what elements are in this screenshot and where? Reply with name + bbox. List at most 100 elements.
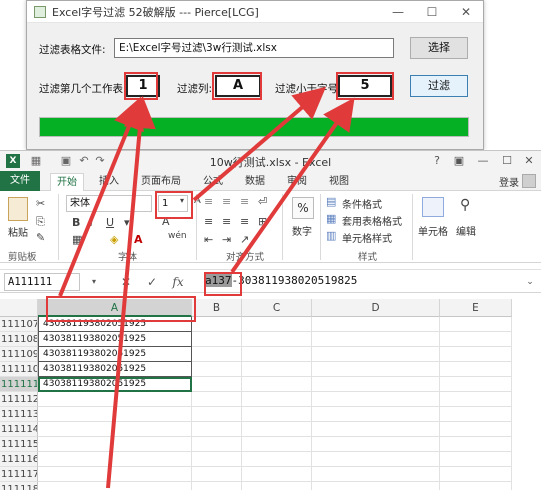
table-cell[interactable] — [38, 392, 192, 407]
tab-view[interactable]: 视图 — [324, 173, 354, 191]
align-right-icon[interactable]: ≡ — [240, 215, 249, 228]
table-cell[interactable] — [192, 362, 242, 377]
table-cell[interactable] — [192, 437, 242, 452]
column-header-c[interactable]: C — [242, 299, 312, 317]
minimize-icon[interactable]: — — [474, 153, 492, 169]
column-header-e[interactable]: E — [440, 299, 512, 317]
table-cell[interactable] — [312, 347, 440, 362]
paste-label[interactable]: 粘贴 — [8, 224, 28, 239]
table-cell[interactable] — [192, 467, 242, 482]
copy-icon[interactable]: ⎘ — [36, 215, 45, 229]
align-middle-icon[interactable]: ≡ — [222, 195, 231, 208]
table-cell[interactable] — [440, 452, 512, 467]
table-cell[interactable] — [192, 482, 242, 490]
filter-button[interactable]: 过滤 — [410, 75, 468, 97]
table-cell[interactable] — [312, 317, 440, 332]
row-header[interactable]: 111113 — [0, 407, 38, 422]
row-header[interactable]: 111115 — [0, 437, 38, 452]
align-top-icon[interactable]: ≡ — [204, 195, 213, 208]
row-header[interactable]: 111117 — [0, 467, 38, 482]
worksheet-grid[interactable]: A B C D E 111107 430381193802051925 111108 43038… — [0, 299, 541, 490]
table-cell[interactable] — [242, 452, 312, 467]
font-name-select[interactable]: 宋体 — [66, 195, 152, 212]
table-cell[interactable] — [38, 482, 192, 490]
cells-button[interactable]: 单元格 — [418, 223, 448, 238]
row-header[interactable]: 111108 — [0, 332, 38, 347]
table-cell[interactable] — [192, 332, 242, 347]
merge-icon[interactable]: ⊞ — [258, 215, 267, 228]
table-cell[interactable] — [192, 317, 242, 332]
chevron-down-icon[interactable]: ▾ — [84, 273, 104, 291]
table-cell[interactable] — [242, 407, 312, 422]
maximize-icon[interactable]: ☐ — [498, 153, 516, 169]
cell-style-icon[interactable]: ▥ — [326, 229, 336, 242]
user-icon[interactable] — [522, 174, 536, 188]
conditional-format-button[interactable]: 条件格式 — [342, 196, 382, 211]
row-header[interactable]: 111107 — [0, 317, 38, 332]
chevron-down-icon[interactable]: ▾ — [124, 216, 130, 229]
align-center-icon[interactable]: ≡ — [222, 215, 231, 228]
file-path-field[interactable]: E:\Excel字号过滤\3w行测试.xlsx — [114, 38, 394, 58]
paste-icon[interactable] — [8, 197, 28, 221]
table-cell[interactable] — [192, 347, 242, 362]
table-cell[interactable] — [242, 392, 312, 407]
table-cell[interactable] — [440, 467, 512, 482]
expand-formula-icon[interactable]: ⌄ — [520, 273, 540, 291]
cells-icon[interactable] — [422, 197, 444, 217]
table-cell[interactable] — [242, 467, 312, 482]
align-left-icon[interactable]: ≡ — [204, 215, 213, 228]
close-icon[interactable]: ✕ — [520, 153, 538, 169]
table-cell[interactable] — [312, 437, 440, 452]
table-cell[interactable] — [440, 422, 512, 437]
row-header[interactable]: 111110 — [0, 362, 38, 377]
row-header[interactable]: 111116 — [0, 452, 38, 467]
table-cell[interactable]: 430381193802051925 — [38, 377, 192, 392]
help-icon[interactable]: ? — [428, 153, 446, 169]
table-format-icon[interactable]: ▦ — [326, 212, 336, 225]
underline-icon[interactable]: U — [106, 216, 114, 229]
table-cell[interactable] — [242, 332, 312, 347]
format-painter-icon[interactable]: ✎ — [36, 231, 45, 244]
column-header-d[interactable]: D — [312, 299, 440, 317]
table-cell[interactable] — [38, 452, 192, 467]
borders-icon[interactable]: ▦ — [72, 233, 82, 246]
close-icon[interactable]: ✕ — [449, 1, 483, 23]
table-cell[interactable] — [242, 437, 312, 452]
row-header[interactable]: 111114 — [0, 422, 38, 437]
table-cell[interactable] — [38, 407, 192, 422]
tab-page-layout[interactable]: 页面布局 — [136, 173, 186, 191]
table-cell[interactable] — [312, 407, 440, 422]
table-cell[interactable] — [440, 347, 512, 362]
tab-data[interactable]: 数据 — [240, 173, 270, 191]
table-cell[interactable] — [192, 452, 242, 467]
table-cell[interactable] — [440, 317, 512, 332]
table-cell[interactable] — [312, 362, 440, 377]
table-cell[interactable] — [38, 467, 192, 482]
cancel-icon[interactable]: ✕ — [116, 273, 136, 291]
table-cell[interactable] — [440, 377, 512, 392]
table-cell[interactable] — [192, 407, 242, 422]
table-cell[interactable] — [242, 377, 312, 392]
align-bottom-icon[interactable]: ≡ — [240, 195, 249, 208]
wrap-text-icon[interactable]: ⏎ — [258, 195, 267, 208]
table-cell[interactable] — [440, 437, 512, 452]
row-header[interactable]: 111118 — [0, 482, 38, 490]
table-cell[interactable] — [440, 332, 512, 347]
table-cell[interactable] — [440, 362, 512, 377]
table-cell[interactable] — [440, 407, 512, 422]
fill-color-icon[interactable]: ◈ — [110, 233, 118, 246]
table-cell[interactable] — [312, 392, 440, 407]
table-cell[interactable] — [38, 422, 192, 437]
ribbon-display-icon[interactable]: ▣ — [450, 153, 468, 169]
row-header[interactable]: 111111 — [0, 377, 38, 392]
table-cell[interactable] — [312, 467, 440, 482]
orientation-icon[interactable]: ↗ — [240, 233, 249, 246]
table-cell[interactable] — [312, 332, 440, 347]
cell-style-button[interactable]: 单元格样式 — [342, 230, 392, 245]
table-cell[interactable] — [440, 392, 512, 407]
table-cell[interactable] — [242, 317, 312, 332]
phonetic-icon[interactable]: wén — [168, 231, 187, 241]
table-cell[interactable]: 430381193802051925 — [38, 332, 192, 347]
indent-decrease-icon[interactable]: ⇤ — [204, 233, 213, 246]
bold-icon[interactable]: B — [72, 216, 80, 229]
